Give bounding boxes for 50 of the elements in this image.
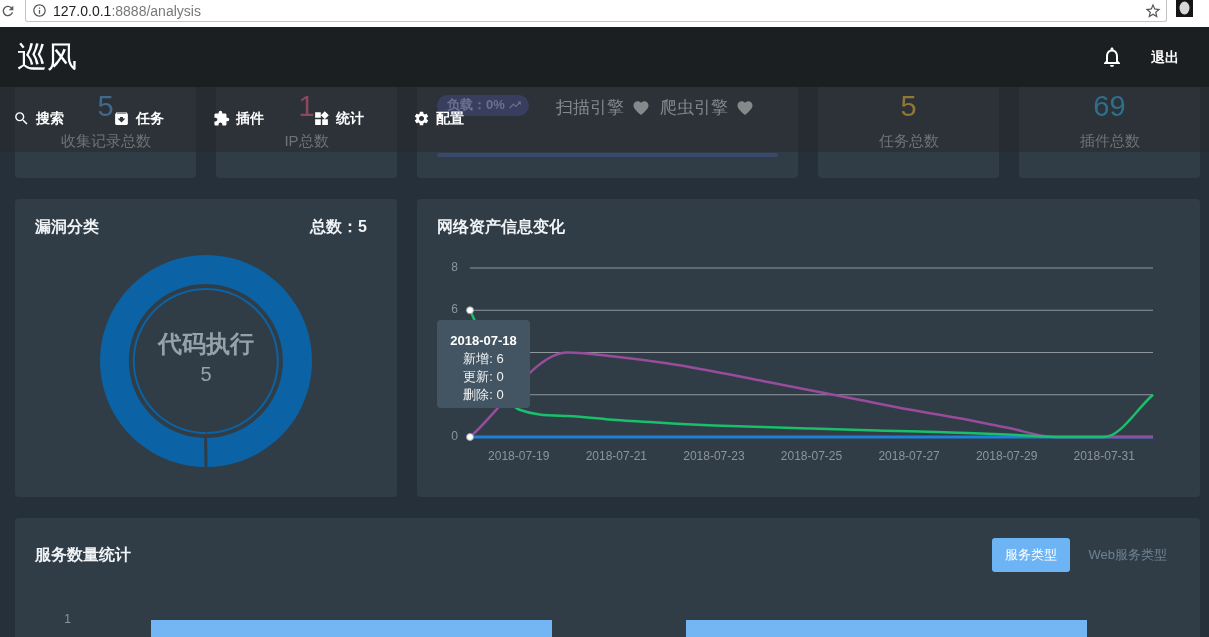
stat-label: 插件总数 xyxy=(1079,132,1140,150)
reload-icon[interactable] xyxy=(0,3,16,19)
nav-link[interactable]: 统计 xyxy=(313,109,364,127)
x-axis-label: 2018-07-27 xyxy=(878,449,940,464)
heart-icon xyxy=(631,98,650,117)
shapes-grid-icon xyxy=(313,109,330,127)
x-axis-label: 2018-07-25 xyxy=(780,449,843,464)
x-axis-label: 2018-07-31 xyxy=(1073,449,1135,464)
stat-label: 任务总数 xyxy=(878,132,939,150)
stat-value: 5 xyxy=(97,92,114,121)
x-axis-label: 2018-07-29 xyxy=(975,449,1038,464)
stat-value: 69 xyxy=(1093,92,1126,121)
nav-link[interactable]: 任务 xyxy=(113,109,164,127)
card-title: 服务数量统计 xyxy=(35,546,131,564)
url-text: 127.0.0.1:8888/analysis xyxy=(53,1,201,20)
tooltip-title: 2018-07-18 xyxy=(450,332,517,350)
app-logo[interactable]: 巡风 xyxy=(17,40,77,74)
stat-label: IP总数 xyxy=(284,132,329,150)
tooltip-row: 删除: 0 xyxy=(463,386,504,404)
card-title: 漏洞分类 xyxy=(35,218,99,236)
tooltip-row: 更新: 0 xyxy=(463,368,504,386)
tooltip-row: 新增: 6 xyxy=(463,350,504,368)
x-axis-label: 2018-07-19 xyxy=(488,449,550,464)
heart-icon xyxy=(735,98,754,117)
stat-value: 5 xyxy=(900,92,917,121)
profile-icon[interactable] xyxy=(1176,0,1193,17)
settings-icon xyxy=(413,109,430,127)
engine-name: 爬虫引擎 xyxy=(659,96,728,119)
stat-value: 1 xyxy=(298,92,315,121)
card-title: 网络资产信息变化 xyxy=(437,218,565,236)
nav-link[interactable]: 插件 xyxy=(213,109,264,127)
nav-link[interactable]: 搜索 xyxy=(13,109,64,127)
stat-label: 收集记录总数 xyxy=(60,132,151,150)
archive-box-icon xyxy=(113,109,130,127)
y-axis-label: 6 xyxy=(451,302,458,317)
logout-link[interactable]: 退出 xyxy=(1151,46,1179,68)
info-icon[interactable] xyxy=(32,3,47,18)
y-axis-label: 1 xyxy=(64,612,71,628)
engine-name: 扫描引擎 xyxy=(555,96,624,119)
puzzle-piece-icon xyxy=(213,109,230,127)
search-icon xyxy=(13,109,30,127)
donut-center-label: 代码执行 xyxy=(158,330,254,358)
x-axis-label: 2018-07-21 xyxy=(585,449,648,464)
x-axis-label: 2018-07-23 xyxy=(683,449,745,464)
y-axis-label: 8 xyxy=(451,260,458,275)
donut-center-value: 5 xyxy=(200,363,212,386)
total-count: 总数：5 xyxy=(310,218,367,236)
y-axis-label: 0 xyxy=(451,429,458,444)
address-bar[interactable]: 127.0.0.1:8888/analysis xyxy=(25,0,1167,22)
nav-link[interactable]: 配置 xyxy=(413,109,464,127)
